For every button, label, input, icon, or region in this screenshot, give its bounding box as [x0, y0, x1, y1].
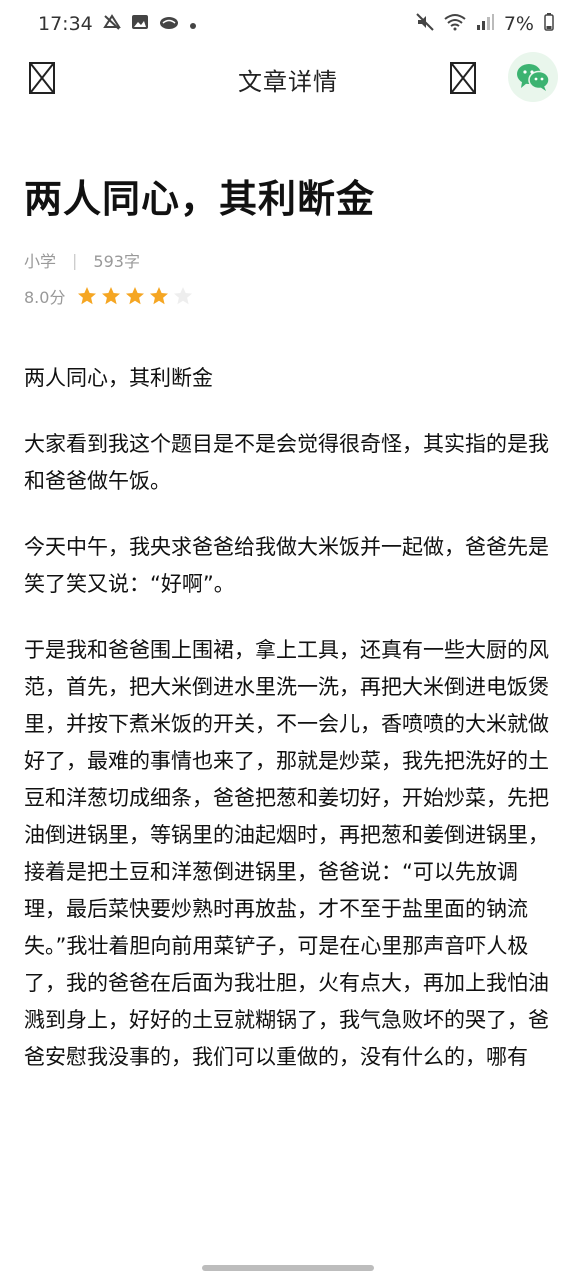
wifi-icon — [444, 13, 466, 35]
article-title: 两人同心，其利断金 — [24, 176, 376, 221]
article-content: 两人同心，其利断金大家看到我这个题目是不是会觉得很奇怪，其实指的是我和爸爸做午饭… — [24, 360, 554, 1105]
article-paragraph: 两人同心，其利断金 — [24, 366, 213, 390]
meta-separator: | — [72, 250, 78, 270]
article-meta: 小学 | 593字 — [24, 248, 140, 272]
top-app-bar: 文章详情 — [0, 48, 576, 108]
star-rating — [77, 286, 193, 306]
notification-icon — [102, 13, 121, 35]
status-left: 17:34 — [38, 13, 197, 35]
star-filled-icon — [78, 287, 97, 305]
status-time: 17:34 — [38, 13, 93, 35]
mute-icon — [416, 13, 434, 35]
status-right: 7% — [416, 13, 554, 35]
wechat-share-button[interactable] — [508, 52, 558, 102]
status-bar: 17:34 7% — [0, 0, 576, 48]
wechat-icon — [517, 64, 550, 91]
article-paragraph: 大家看到我这个题目是不是会觉得很奇怪，其实指的是我和爸爸做午饭。 — [24, 432, 549, 493]
home-indicator — [202, 1265, 374, 1271]
star-filled-icon — [150, 287, 169, 305]
star-empty-icon — [174, 287, 193, 305]
star-filled-icon — [126, 287, 145, 305]
dot-icon — [189, 15, 197, 34]
word-count: 593字 — [93, 252, 140, 271]
battery-text: 7% — [503, 13, 534, 35]
cloud-icon — [159, 14, 179, 34]
image-icon — [131, 13, 149, 35]
more-button[interactable] — [450, 62, 476, 94]
battery-icon — [544, 13, 554, 35]
article-paragraph: 今天中午，我央求爸爸给我做大米饭并一起做，爸爸先是笑了笑又说：“好啊”。 — [24, 535, 549, 596]
star-filled-icon — [102, 287, 121, 305]
score-label: 8.0分 — [24, 288, 66, 307]
page-title: 文章详情 — [238, 68, 338, 96]
signal-icon — [476, 13, 494, 35]
grade-label: 小学 — [24, 252, 57, 271]
placeholder-box-icon — [452, 64, 474, 92]
rating-row: 8.0分 — [24, 284, 193, 308]
article-paragraph: 于是我和爸爸围上围裙，拿上工具，还真有一些大厨的风范，首先，把大米倒进水里洗一洗… — [24, 638, 549, 1069]
